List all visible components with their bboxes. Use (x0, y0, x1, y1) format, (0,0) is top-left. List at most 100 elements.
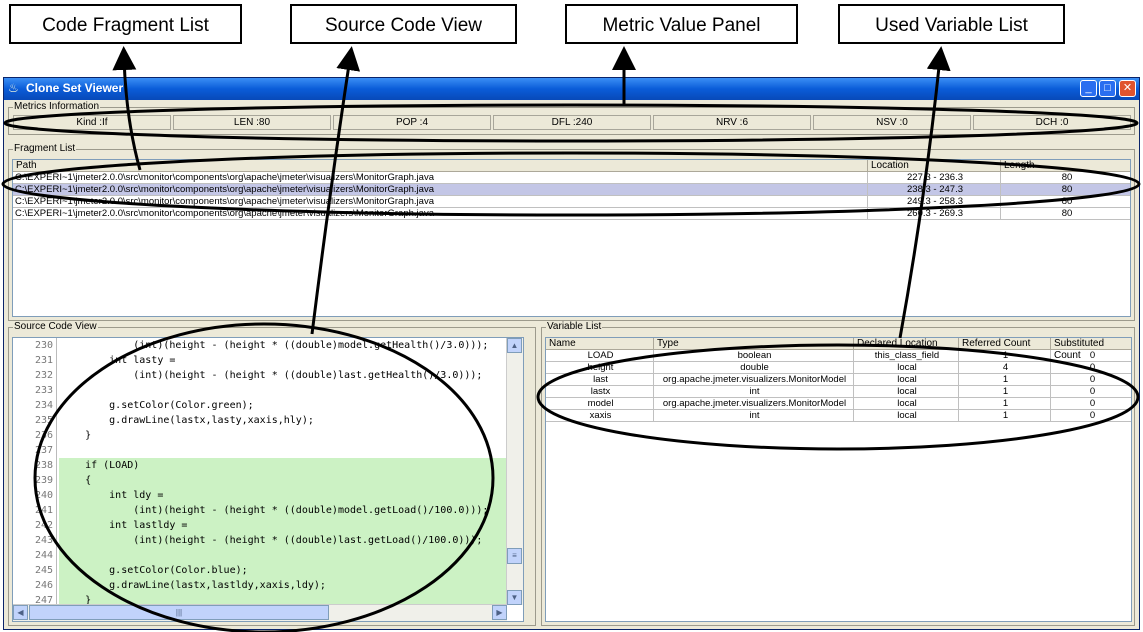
code-text: } (61, 430, 92, 441)
code-text: int lastldy = (61, 520, 188, 531)
line-number: 246 (13, 578, 57, 594)
callout-code-fragment-list: Code Fragment List (9, 4, 242, 44)
code-text: if (LOAD) (61, 460, 140, 471)
java-icon: ♨ (8, 81, 19, 95)
table-row[interactable]: C:\EXPERI~1\jmeter2.0.0\src\monitor\comp… (13, 208, 1130, 220)
scroll-h-thumb[interactable]: ||| (29, 605, 329, 620)
code-line[interactable]: 233 (13, 383, 507, 399)
var-col-declared-location[interactable]: Declared Location (854, 338, 959, 350)
table-row[interactable]: C:\EXPERI~1\jmeter2.0.0\src\monitor\comp… (13, 184, 1130, 196)
code-line[interactable]: 245 g.setColor(Color.blue); (13, 563, 507, 579)
code-text: g.drawLine(lastx,lasty,xaxis,hly); (61, 415, 314, 426)
code-line[interactable]: 240 int ldy = (13, 488, 507, 504)
code-text: (int)(height - (height * ((double)last.g… (61, 535, 483, 546)
code-text: (int)(height - (height * ((double)last.g… (61, 370, 483, 381)
code-text: int ldy = (61, 490, 164, 501)
code-line[interactable]: 237 (13, 443, 507, 459)
variable-cell: local (854, 374, 959, 386)
code-text: g.setColor(Color.green); (61, 400, 254, 411)
code-line[interactable]: 246 g.drawLine(lastx,lastldy,xaxis,ldy); (13, 578, 507, 594)
line-number: 236 (13, 428, 57, 444)
minimize-button[interactable]: _ (1080, 80, 1097, 97)
code-line[interactable]: 238 if (LOAD) (13, 458, 507, 474)
metrics-panel: Metrics Information Kind :If LEN :80 POP… (8, 101, 1135, 135)
highlight-bg (59, 548, 507, 564)
fragment-col-length[interactable]: Length (1001, 160, 1130, 172)
var-col-name[interactable]: Name (546, 338, 654, 350)
variable-table[interactable]: Name Type Declared Location Referred Cou… (545, 337, 1132, 622)
code-line[interactable]: 232 (int)(height - (height * ((double)la… (13, 368, 507, 384)
variable-cell: 1 (959, 374, 1051, 386)
table-row[interactable]: C:\EXPERI~1\jmeter2.0.0\src\monitor\comp… (13, 172, 1130, 184)
code-line[interactable]: 236 } (13, 428, 507, 444)
clone-set-viewer-window: ♨ Clone Set Viewer _ □ ✕ Metrics Informa… (3, 77, 1140, 630)
fragment-list-label: Fragment List (13, 143, 77, 154)
code-line[interactable]: 235 g.drawLine(lastx,lasty,xaxis,hly); (13, 413, 507, 429)
variable-cell: 1 (959, 410, 1051, 422)
fragment-path: C:\EXPERI~1\jmeter2.0.0\src\monitor\comp… (13, 172, 868, 184)
code-line[interactable]: 244 (13, 548, 507, 564)
variable-cell: int (654, 386, 854, 398)
var-col-type[interactable]: Type (654, 338, 854, 350)
source-code-editor[interactable]: 230 (int)(height - (height * ((double)mo… (12, 337, 524, 622)
variable-cell: 1 (959, 350, 1051, 362)
line-number: 237 (13, 443, 57, 459)
code-line[interactable]: 239 { (13, 473, 507, 489)
table-row[interactable]: model org.apache.jmeter.visualizers.Monit… (546, 398, 1131, 410)
scroll-down-icon[interactable]: ▼ (507, 590, 522, 605)
variable-cell: int (654, 410, 854, 422)
fragment-length: 80 (1001, 184, 1130, 196)
window-title: Clone Set Viewer (26, 81, 124, 95)
fragment-col-path[interactable]: Path (13, 160, 868, 172)
vertical-scrollbar[interactable]: ▲ ≡ ▼ (506, 338, 523, 605)
code-line[interactable]: 234 g.setColor(Color.green); (13, 398, 507, 414)
maximize-button[interactable]: □ (1099, 80, 1116, 97)
table-row[interactable]: last org.apache.jmeter.visualizers.Monito… (546, 374, 1131, 386)
table-row[interactable]: lastx int local 1 0 (546, 386, 1131, 398)
table-row[interactable]: C:\EXPERI~1\jmeter2.0.0\src\monitor\comp… (13, 196, 1130, 208)
fragment-length: 80 (1001, 196, 1130, 208)
fragment-col-location[interactable]: Location (868, 160, 1001, 172)
code-text: g.setColor(Color.blue); (61, 565, 248, 576)
code-text: (int)(height - (height * ((double)model.… (61, 340, 489, 351)
code-text: g.drawLine(lastx,lastldy,xaxis,ldy); (61, 580, 326, 591)
highlight-bg (59, 473, 507, 489)
code-line[interactable]: 230 (int)(height - (height * ((double)mo… (13, 338, 507, 354)
fragment-table[interactable]: Path Location Length C:\EXPERI~1\jmeter2… (12, 159, 1131, 317)
scroll-left-icon[interactable]: ◀ (13, 605, 28, 620)
code-line[interactable]: 231 int lasty = (13, 353, 507, 369)
close-button[interactable]: ✕ (1119, 80, 1136, 97)
variable-cell: lastx (546, 386, 654, 398)
var-col-referred-count[interactable]: Referred Count (959, 338, 1051, 350)
metric-nrv: NRV :6 (653, 115, 811, 130)
source-code-label: Source Code View (13, 321, 98, 332)
variable-cell: 0 (1051, 374, 1131, 386)
variable-cell: 0 (1051, 350, 1131, 362)
metric-dch: DCH :0 (973, 115, 1131, 130)
code-line[interactable]: 241 (int)(height - (height * ((double)mo… (13, 503, 507, 519)
callout-source-code-view: Source Code View (290, 4, 517, 44)
variable-cell: local (854, 398, 959, 410)
horizontal-scrollbar[interactable]: ◀ ||| ▶ (13, 604, 507, 621)
callout-metric-value-panel: Metric Value Panel (565, 4, 798, 44)
metric-len: LEN :80 (173, 115, 331, 130)
variable-cell: 1 (959, 386, 1051, 398)
table-row[interactable]: xaxis int local 1 0 (546, 410, 1131, 422)
variable-cell: xaxis (546, 410, 654, 422)
code-line[interactable]: 243 (int)(height - (height * ((double)la… (13, 533, 507, 549)
table-row[interactable]: height double local 4 0 (546, 362, 1131, 374)
var-col-substituted-count[interactable]: Substituted Count (1051, 338, 1131, 361)
scroll-up-icon[interactable]: ▲ (507, 338, 522, 353)
scroll-right-icon[interactable]: ▶ (492, 605, 507, 620)
code-text: int lasty = (61, 355, 176, 366)
code-line[interactable]: 242 int lastldy = (13, 518, 507, 534)
code-text: { (61, 475, 92, 486)
scroll-thumb[interactable]: ≡ (507, 548, 522, 564)
table-row[interactable]: LOAD boolean this_class_field 1 0 (546, 350, 1131, 362)
fragment-path: C:\EXPERI~1\jmeter2.0.0\src\monitor\comp… (13, 196, 868, 208)
variable-cell: boolean (654, 350, 854, 362)
title-bar[interactable]: ♨ Clone Set Viewer _ □ ✕ (4, 78, 1139, 100)
variable-cell: 0 (1051, 362, 1131, 374)
fragment-path: C:\EXPERI~1\jmeter2.0.0\src\monitor\comp… (13, 184, 868, 196)
fragment-location: 249.3 - 258.3 (868, 196, 1001, 208)
